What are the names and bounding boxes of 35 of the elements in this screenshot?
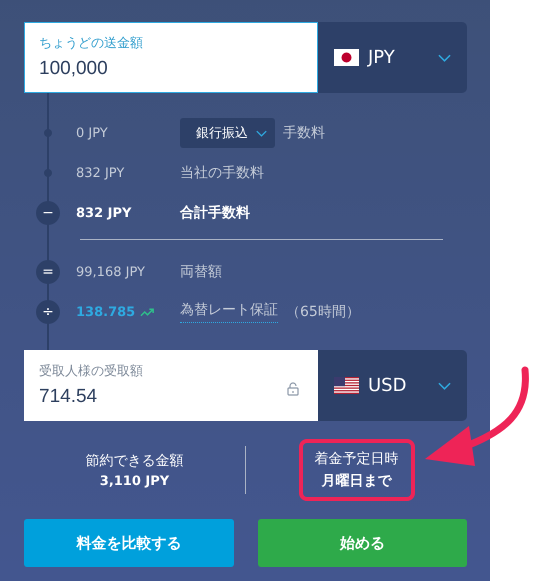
rate-guarantee-link[interactable]: 為替レート保証 — [180, 301, 278, 323]
summary-value: 3,110 JPY — [100, 474, 170, 488]
fee-label: 両替額 — [180, 263, 222, 281]
amount-field[interactable]: ちょうどの送金額 100,000 — [24, 22, 318, 93]
flag-icon — [334, 377, 359, 394]
field-label: ちょうどの送金額 — [39, 35, 144, 52]
field-value: 714.54 — [39, 386, 98, 408]
chevron-down-icon — [438, 54, 451, 62]
operator-symbol: − — [36, 201, 60, 225]
flag-icon — [334, 49, 359, 66]
rate-duration: （65時間） — [286, 303, 360, 321]
payment-method-select[interactable]: 銀行振込 — [180, 118, 275, 148]
chevron-down-icon — [438, 382, 451, 390]
operator-symbol: = — [36, 260, 60, 284]
summary-title: 着金予定日時 — [314, 450, 398, 468]
timeline-dot — [44, 169, 52, 177]
currency-select[interactable]: JPY — [318, 22, 467, 93]
fee-amount: 0 JPY — [76, 126, 108, 140]
amount-field[interactable]: 受取人様の受取額 714.54 — [24, 350, 318, 421]
trend-up-icon — [140, 307, 156, 317]
fee-label: 当社の手数料 — [180, 164, 264, 182]
summary-title: 節約できる金額 — [86, 452, 184, 470]
fee-label: 手数料 — [283, 124, 325, 142]
currency-select[interactable]: USD — [318, 350, 467, 421]
fee-amount: 832 JPY — [76, 206, 132, 220]
field-label: 受取人様の受取額 — [39, 363, 144, 380]
field-value: 100,000 — [39, 58, 108, 80]
chevron-down-icon — [256, 130, 267, 136]
fee-label: 合計手数料 — [180, 204, 250, 222]
fee-amount: 138.785 — [76, 304, 136, 320]
fee-amount: 99,168 JPY — [76, 264, 145, 280]
operator-symbol: ÷ — [36, 300, 60, 324]
lock-icon — [287, 382, 299, 396]
fee-amount: 832 JPY — [76, 166, 124, 180]
summary-value: 月曜日まで — [322, 472, 392, 490]
